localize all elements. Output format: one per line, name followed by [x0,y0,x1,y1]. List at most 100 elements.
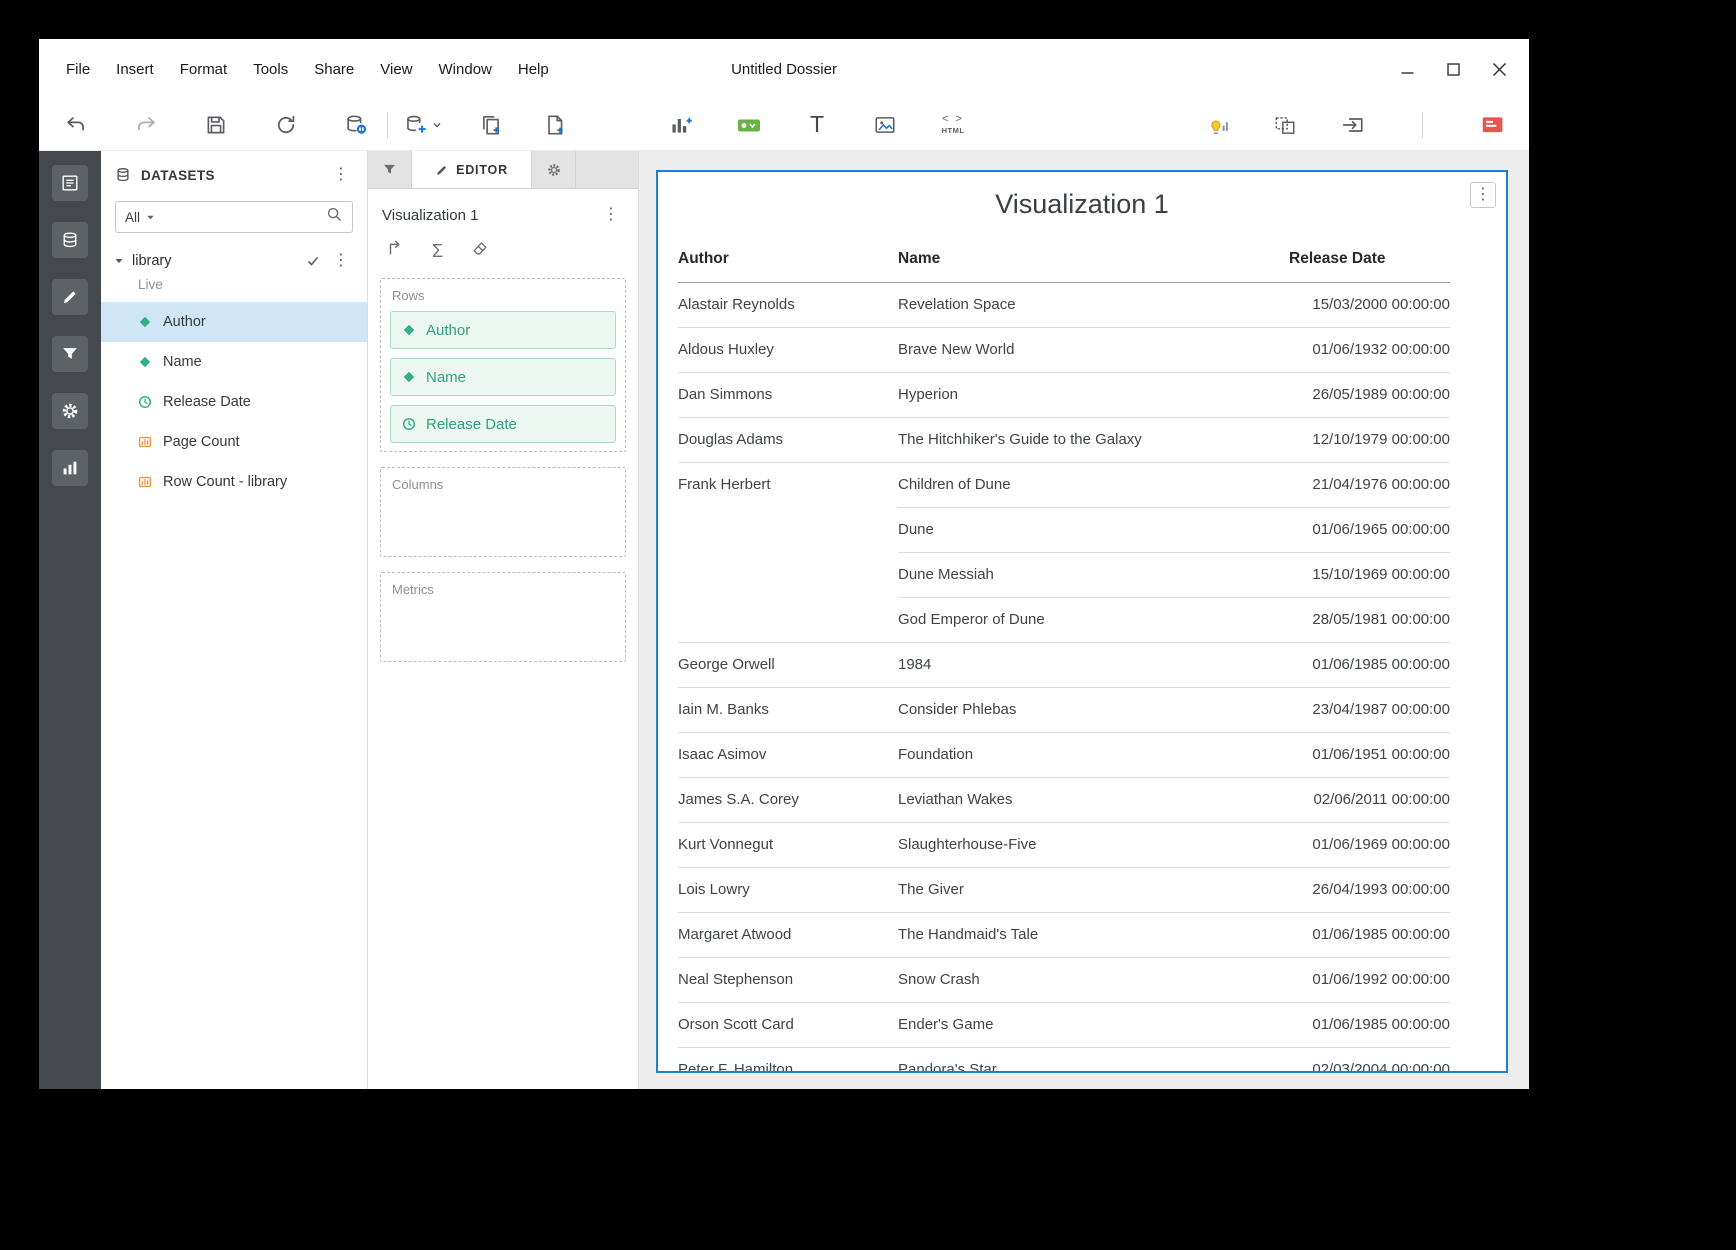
grid-cell[interactable]: 15/03/2000 00:00:00 [1289,282,1450,327]
grid-cell[interactable]: Slaughterhouse-Five [898,822,1289,867]
grid-cell[interactable]: 02/06/2011 00:00:00 [1289,777,1450,822]
grid-row[interactable]: Dan SimmonsHyperion26/05/1989 00:00:00 [678,372,1450,417]
add-image-button[interactable] [870,108,900,142]
editor-viz-menu-button[interactable]: ⋮ [598,205,624,225]
grid-cell[interactable]: 12/10/1979 00:00:00 [1289,417,1450,462]
add-text-button[interactable]: T [802,108,832,142]
swap-axes-button[interactable] [386,239,404,262]
grid-cell[interactable]: 01/06/1965 00:00:00 [1289,507,1450,552]
refresh-button[interactable] [271,108,301,142]
grid-cell[interactable]: God Emperor of Dune [898,597,1289,642]
tab-settings[interactable] [532,151,576,188]
undo-button[interactable] [61,108,91,142]
grid-cell[interactable]: 01/06/1985 00:00:00 [1289,642,1450,687]
grid-cell[interactable]: Pandora's Star [898,1047,1289,1073]
grid-cell[interactable]: 1984 [898,642,1289,687]
dataset-field[interactable]: Author [101,302,367,342]
grid-cell[interactable]: Dune [898,507,1289,552]
datasets-menu-button[interactable]: ⋮ [328,165,354,185]
menu-insert[interactable]: Insert [103,61,167,78]
grid-cell[interactable]: Neal Stephenson [678,957,898,1002]
grid-cell[interactable] [678,507,898,552]
menu-tools[interactable]: Tools [240,61,301,78]
grid-cell[interactable]: Frank Herbert [678,462,898,507]
grid-cell[interactable]: Snow Crash [898,957,1289,1002]
grid-cell[interactable]: 21/04/1976 00:00:00 [1289,462,1450,507]
grid-row[interactable]: Frank HerbertChildren of Dune21/04/1976 … [678,462,1450,507]
grid-cell[interactable]: 01/06/1985 00:00:00 [1289,1002,1450,1047]
grid-row[interactable]: Aldous HuxleyBrave New World01/06/1932 0… [678,327,1450,372]
grid-column-header[interactable]: Author [678,236,898,282]
grid-row[interactable]: Neal StephensonSnow Crash01/06/1992 00:0… [678,957,1450,1002]
maximize-button[interactable] [1443,59,1463,79]
grid-row[interactable]: Orson Scott CardEnder's Game01/06/1985 0… [678,1002,1450,1047]
grid-cell[interactable]: James S.A. Corey [678,777,898,822]
add-data-button[interactable] [404,108,442,142]
zone-chip[interactable]: Name [390,358,616,396]
grid-cell[interactable]: 02/03/2004 00:00:00 [1289,1047,1450,1073]
grid-row[interactable]: Lois LowryThe Giver26/04/1993 00:00:00 [678,867,1450,912]
dataset-field[interactable]: Row Count - library [101,462,367,502]
grid-row[interactable]: Iain M. BanksConsider Phlebas23/04/1987 … [678,687,1450,732]
grid-cell[interactable]: 28/05/1981 00:00:00 [1289,597,1450,642]
tab-editor[interactable]: EDITOR [412,151,532,188]
grid-cell[interactable]: 01/06/1969 00:00:00 [1289,822,1450,867]
metrics-drop-zone[interactable]: Metrics [380,572,626,662]
add-page-button[interactable] [540,108,570,142]
minimize-button[interactable] [1397,59,1417,79]
present-flow-button[interactable] [1338,108,1368,142]
close-button[interactable] [1489,59,1509,79]
grid-cell[interactable]: Alastair Reynolds [678,282,898,327]
grid-cell[interactable]: Isaac Asimov [678,732,898,777]
add-html-button[interactable]: < > HTML [938,108,968,142]
grid-cell[interactable] [678,597,898,642]
grid-cell[interactable] [678,552,898,597]
grid-row[interactable]: God Emperor of Dune28/05/1981 00:00:00 [678,597,1450,642]
layout-button[interactable] [1270,108,1300,142]
insights-button[interactable] [1202,108,1232,142]
grid-cell[interactable]: Orson Scott Card [678,1002,898,1047]
totals-button[interactable]: Σ [432,242,443,260]
sidebar-item-format[interactable] [52,393,88,429]
grid-cell[interactable]: Lois Lowry [678,867,898,912]
grid-cell[interactable]: Brave New World [898,327,1289,372]
grid-cell[interactable]: Iain M. Banks [678,687,898,732]
dataset-field[interactable]: Name [101,342,367,382]
add-visualization-button[interactable] [666,108,696,142]
sidebar-item-contents[interactable] [52,165,88,201]
grid-cell[interactable]: Hyperion [898,372,1289,417]
grid-cell[interactable]: 01/06/1951 00:00:00 [1289,732,1450,777]
grid-cell[interactable]: Leviathan Wakes [898,777,1289,822]
sidebar-item-datasets[interactable] [52,222,88,258]
visualization-card[interactable]: ⋮ Visualization 1 AuthorNameRelease Date… [656,170,1508,1073]
rows-drop-zone[interactable]: Rows AuthorNameRelease Date [380,278,626,452]
dataset-menu-button[interactable]: ⋮ [328,251,354,271]
redo-button[interactable] [131,108,161,142]
menu-file[interactable]: File [53,61,103,78]
menu-format[interactable]: Format [167,61,241,78]
grid-cell[interactable]: Peter F. Hamilton [678,1047,898,1073]
grid-cell[interactable]: Foundation [898,732,1289,777]
grid-cell[interactable]: 26/04/1993 00:00:00 [1289,867,1450,912]
grid-cell[interactable]: 01/06/1985 00:00:00 [1289,912,1450,957]
dataset-tree-item[interactable]: library ⋮ [101,245,367,273]
save-button[interactable] [201,108,231,142]
grid-cell[interactable]: 26/05/1989 00:00:00 [1289,372,1450,417]
caret-down-icon[interactable] [114,256,124,266]
grid-cell[interactable]: Douglas Adams [678,417,898,462]
dataset-search-box[interactable]: All [115,201,353,233]
menu-share[interactable]: Share [301,61,367,78]
grid-cell[interactable]: Dune Messiah [898,552,1289,597]
menu-window[interactable]: Window [426,61,505,78]
menu-help[interactable]: Help [505,61,562,78]
tab-filter[interactable] [368,151,412,188]
visualization-menu-button[interactable]: ⋮ [1470,182,1496,208]
grid-cell[interactable]: Kurt Vonnegut [678,822,898,867]
grid-cell[interactable]: Margaret Atwood [678,912,898,957]
grid-cell[interactable]: Aldous Huxley [678,327,898,372]
grid-row[interactable]: Dune01/06/1965 00:00:00 [678,507,1450,552]
duplicate-page-button[interactable] [476,108,506,142]
grid-cell[interactable]: The Hitchhiker's Guide to the Galaxy [898,417,1289,462]
grid-cell[interactable]: 01/06/1992 00:00:00 [1289,957,1450,1002]
grid-row[interactable]: Peter F. HamiltonPandora's Star02/03/200… [678,1047,1450,1073]
